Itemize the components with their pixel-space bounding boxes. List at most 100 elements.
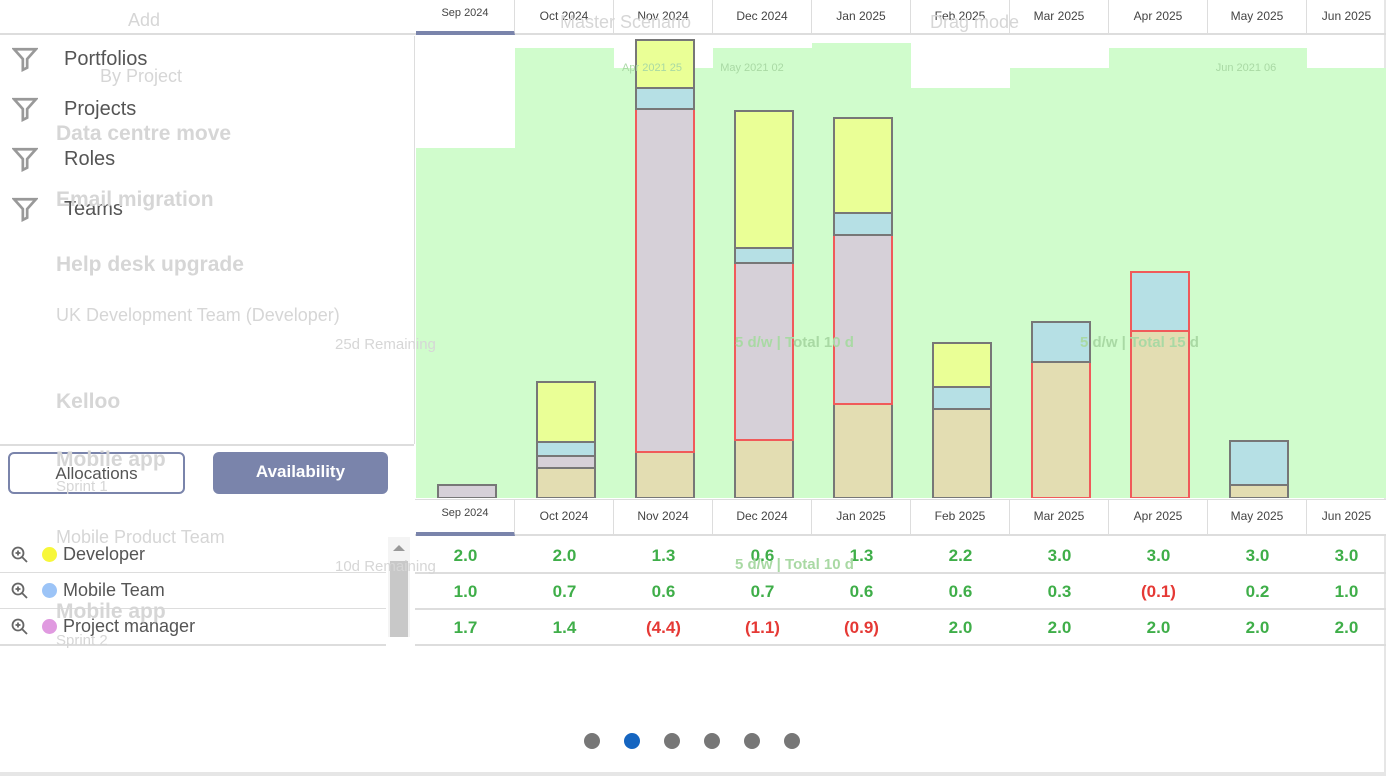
bar-segment-tan xyxy=(1130,330,1190,498)
availability-cell: 2.0 xyxy=(1245,618,1270,637)
filter-portfolios[interactable]: Portfolios xyxy=(12,44,147,74)
zoom-in-icon[interactable] xyxy=(10,545,30,565)
month-tab[interactable]: Feb 2025 xyxy=(911,0,1010,35)
bar-segment-lavender xyxy=(635,108,695,453)
availability-cell: 0.6 xyxy=(651,582,676,601)
scroll-thumb[interactable] xyxy=(390,561,408,637)
bar-segment-yellow xyxy=(932,342,992,388)
bar-segment-blue xyxy=(1130,271,1190,332)
month-tab[interactable]: Jan 2025 xyxy=(812,0,911,35)
month-tab[interactable]: Nov 2024 xyxy=(614,500,713,536)
pager-dot[interactable] xyxy=(784,733,800,749)
availability-chart xyxy=(416,39,1386,498)
pager-dot[interactable] xyxy=(624,733,640,749)
availability-cell: 2.0 xyxy=(552,546,577,565)
filter-icon xyxy=(12,47,38,72)
bar-segment-lavender xyxy=(734,262,794,441)
row-label[interactable]: Mobile Team xyxy=(0,573,386,610)
availability-cell: (0.9) xyxy=(844,618,879,637)
table-month-header: Sep 2024 Oct 2024 Nov 2024 Dec 2024 Jan 2025… xyxy=(415,499,1386,536)
filter-label: Projects xyxy=(64,97,137,120)
month-tab[interactable]: Feb 2025 xyxy=(911,500,1010,536)
month-tab[interactable]: Nov 2024 xyxy=(614,0,713,35)
availability-cell: 0.6 xyxy=(750,546,775,565)
availability-cell: 1.3 xyxy=(651,546,676,565)
filter-label: Portfolios xyxy=(64,47,148,70)
bar-segment-blue xyxy=(1031,321,1091,363)
month-tab[interactable]: Dec 2024 xyxy=(713,0,812,35)
month-tab[interactable]: Sep 2024 xyxy=(416,500,515,536)
pager-dot[interactable] xyxy=(704,733,720,749)
availability-cell: 3.0 xyxy=(1047,546,1072,565)
filter-icon xyxy=(12,197,38,222)
pager-dot[interactable] xyxy=(744,733,760,749)
filter-label: Roles xyxy=(64,147,116,170)
filter-teams[interactable]: Teams xyxy=(12,194,123,224)
month-tab[interactable]: Dec 2024 xyxy=(713,500,812,536)
month-tab[interactable]: May 2025 xyxy=(1208,500,1307,536)
table-row: Project manager 1.7 1.4 (4.4) (1.1) (0.9) 2.0 2… xyxy=(0,609,1386,646)
filter-icon xyxy=(12,147,38,172)
capacity-area xyxy=(1307,68,1386,498)
month-tab[interactable]: Jun 2025 xyxy=(1307,0,1386,35)
availability-cell: 1.0 xyxy=(1334,582,1359,601)
month-tab[interactable]: Jan 2025 xyxy=(812,500,911,536)
row-name: Project manager xyxy=(63,616,196,636)
availability-cell: 0.2 xyxy=(1245,582,1270,601)
row-name: Developer xyxy=(63,544,146,564)
availability-cell: 2.0 xyxy=(453,546,478,565)
availability-cell: 3.0 xyxy=(1334,546,1359,565)
availability-cell: 2.0 xyxy=(1146,618,1171,637)
row-label[interactable]: Developer xyxy=(0,537,386,574)
bar-segment-tan xyxy=(932,408,992,498)
pager-dot[interactable] xyxy=(584,733,600,749)
zoom-in-icon[interactable] xyxy=(10,617,30,637)
table-row: Developer 2.0 2.0 1.3 0.6 1.3 2.2 3.0 3.0 3.0 3.0 xyxy=(0,537,1386,574)
availability-cell: 2.0 xyxy=(948,618,973,637)
bar-segment-lavender xyxy=(536,455,596,469)
bar-segment-blue xyxy=(536,441,596,457)
availability-cell: 1.3 xyxy=(849,546,874,565)
zoom-in-icon[interactable] xyxy=(10,581,30,601)
month-tab[interactable]: Sep 2024 xyxy=(416,0,515,35)
month-tab[interactable]: Apr 2025 xyxy=(1109,0,1208,35)
allocations-button[interactable]: Allocations xyxy=(8,452,185,494)
bar-segment-tan xyxy=(635,451,695,498)
legend-dot xyxy=(42,583,57,598)
bar-segment-blue xyxy=(833,212,893,236)
availability-cell: 0.6 xyxy=(849,582,874,601)
month-tab[interactable]: Jun 2025 xyxy=(1307,500,1386,536)
bar-segment-blue xyxy=(932,386,992,410)
filter-roles[interactable]: Roles xyxy=(12,144,115,174)
month-tab[interactable]: Mar 2025 xyxy=(1010,0,1109,35)
availability-button[interactable]: Availability xyxy=(213,452,388,494)
row-label[interactable]: Project manager xyxy=(0,609,386,646)
table-row: Mobile Team 1.0 0.7 0.6 0.7 0.6 0.6 0.3 (0.1) 0.2… xyxy=(0,573,1386,610)
availability-cell: 0.7 xyxy=(552,582,577,601)
capacity-area xyxy=(416,148,515,498)
availability-cell: 2.0 xyxy=(1334,618,1359,637)
availability-cell: 0.7 xyxy=(750,582,775,601)
scroll-up-icon[interactable] xyxy=(393,545,405,551)
bar-segment-yellow xyxy=(536,381,596,443)
filter-panel: Portfolios Projects Roles Teams xyxy=(0,36,415,444)
scrollbar[interactable] xyxy=(388,537,410,637)
availability-cell: 1.0 xyxy=(453,582,478,601)
availability-cell: (1.1) xyxy=(745,618,780,637)
bar-segment-yellow xyxy=(734,110,794,249)
availability-cell: 0.3 xyxy=(1047,582,1072,601)
pager-dot[interactable] xyxy=(664,733,680,749)
availability-cell: (0.1) xyxy=(1141,582,1176,601)
month-tab[interactable]: Oct 2024 xyxy=(515,0,614,35)
legend-dot xyxy=(42,547,57,562)
bar-segment-blue xyxy=(1229,440,1289,486)
month-tab[interactable]: Mar 2025 xyxy=(1010,500,1109,536)
filter-projects[interactable]: Projects xyxy=(12,94,136,124)
availability-cell: (4.4) xyxy=(646,618,681,637)
availability-cell: 3.0 xyxy=(1245,546,1270,565)
month-tab[interactable]: Apr 2025 xyxy=(1109,500,1208,536)
month-tab[interactable]: May 2025 xyxy=(1208,0,1307,35)
bar-segment-tan xyxy=(1031,361,1091,498)
filter-label: Teams xyxy=(64,197,123,220)
month-tab[interactable]: Oct 2024 xyxy=(515,500,614,536)
